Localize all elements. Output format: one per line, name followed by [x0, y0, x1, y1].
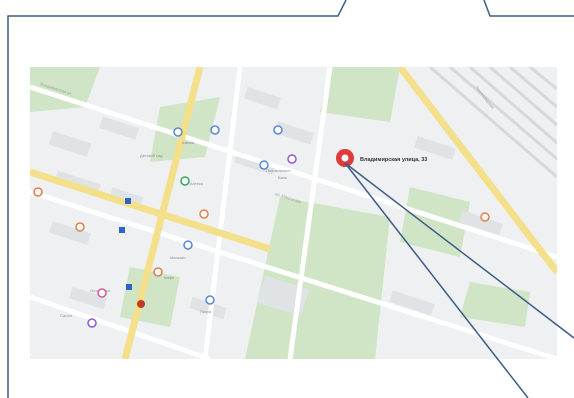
pin-center — [341, 154, 349, 162]
poi-label: Поликлиника — [266, 168, 291, 173]
kindergarten-icon — [210, 125, 220, 135]
cafe-icon — [153, 267, 163, 277]
shop-icon — [183, 240, 193, 250]
poi-label: Детский сад — [140, 153, 163, 158]
salon-icon — [97, 288, 107, 298]
clinic-icon — [273, 125, 283, 135]
atm-icon — [259, 160, 269, 170]
post-icon — [205, 295, 215, 305]
poi-label: Школа — [182, 140, 195, 145]
poi-label: Салон — [60, 313, 72, 318]
school-icon — [173, 127, 183, 137]
shop-icon — [199, 209, 209, 219]
marker-label: Владимирская улица, 33 — [360, 157, 427, 163]
map-canvas[interactable]: Владимирская ул. ул. Матросова Ленинград… — [30, 67, 557, 359]
bank-icon — [87, 318, 97, 328]
poi-label: Почта — [200, 309, 212, 314]
poi-label: Магазин — [170, 255, 185, 260]
pharmacy-icon — [180, 176, 190, 186]
food-icon — [137, 300, 145, 308]
bus-stop-icon — [125, 198, 131, 204]
shop-icon — [33, 187, 43, 197]
poi-label: Кафе — [164, 275, 175, 280]
frame-right-border — [483, 0, 574, 17]
bank-icon — [287, 154, 297, 164]
poi-label: Банк — [278, 175, 287, 180]
shop-icon — [75, 222, 85, 232]
map-panel[interactable]: Владимирская ул. ул. Матросова Ленинград… — [30, 67, 557, 359]
poi-label: Аптека — [190, 181, 204, 186]
bus-stop-icon — [119, 227, 125, 233]
shop-icon — [480, 212, 490, 222]
bus-stop-icon — [126, 284, 132, 290]
